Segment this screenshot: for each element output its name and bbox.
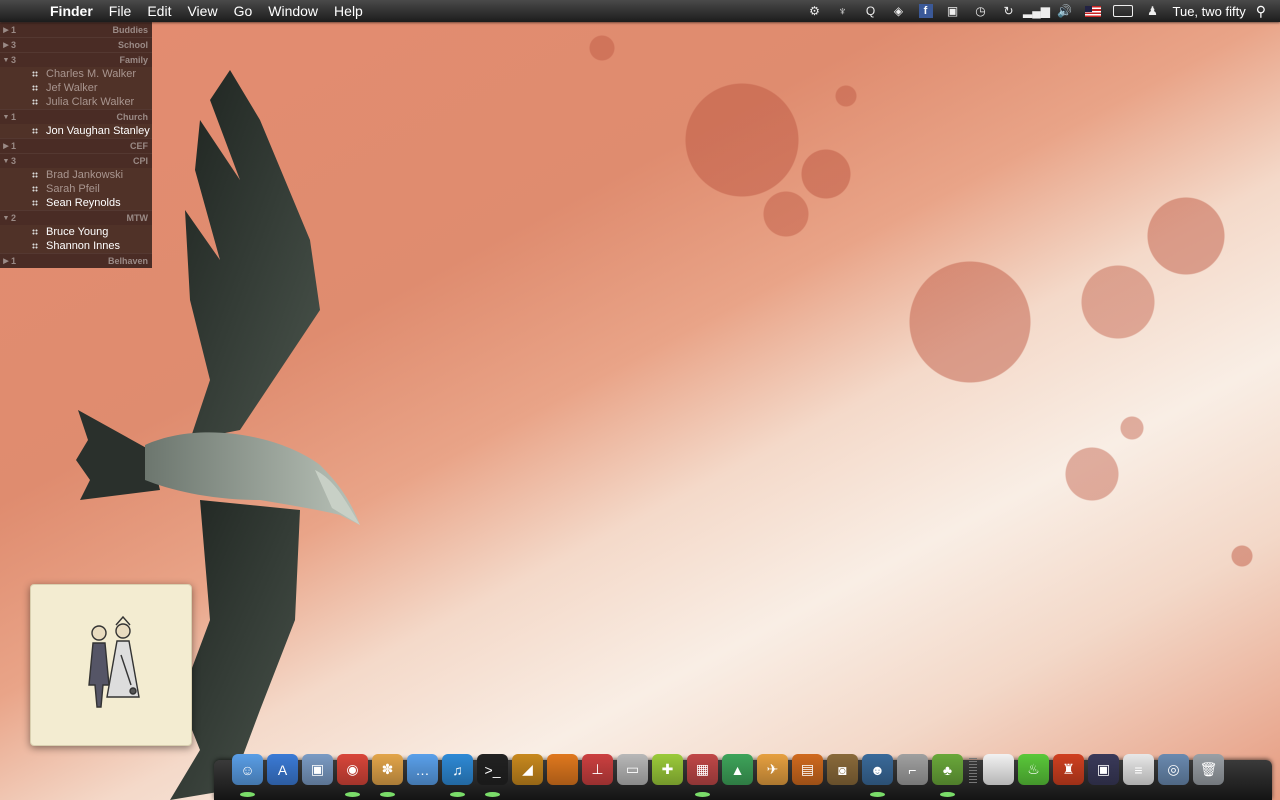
photo-stack-icon[interactable]: ▣ bbox=[1088, 754, 1119, 785]
spotlight-search-icon[interactable]: ⚲ bbox=[1256, 3, 1266, 20]
running-indicator bbox=[240, 792, 255, 797]
buddy-group-buddies[interactable]: ▶ 1 Buddies bbox=[0, 22, 152, 37]
running-indicator bbox=[345, 792, 360, 797]
app-menu[interactable]: Finder bbox=[36, 3, 101, 19]
trash-icon[interactable]: 🗑 bbox=[1193, 754, 1224, 785]
disclosure-triangle-icon[interactable]: ▼ bbox=[1, 57, 11, 64]
menu-view[interactable]: View bbox=[179, 3, 225, 19]
document-icon[interactable] bbox=[983, 754, 1014, 785]
time-machine-icon[interactable]: ◷ bbox=[973, 4, 989, 18]
plant-icon[interactable]: ♣ bbox=[932, 754, 963, 797]
menu-bar: Finder File Edit View Go Window Help ⚙ ♆ Q ◈ f ▣ ◷ ↻… bbox=[0, 0, 1280, 22]
group-count: 1 bbox=[11, 112, 17, 122]
disclosure-triangle-icon[interactable]: ▶ bbox=[1, 41, 11, 49]
running-indicator bbox=[940, 792, 955, 797]
menu-help[interactable]: Help bbox=[326, 3, 371, 19]
presentation-icon[interactable] bbox=[547, 754, 578, 785]
menu-edit[interactable]: Edit bbox=[139, 3, 179, 19]
group-count: 2 bbox=[11, 213, 17, 223]
group-name: Buddies bbox=[112, 25, 148, 35]
terminal-icon[interactable]: >_ bbox=[477, 754, 508, 797]
status-area: ⚙ ♆ Q ◈ f ▣ ◷ ↻ ▂▄▆ 🔊 ♟ Tue, two fifty ⚲ bbox=[801, 0, 1280, 22]
group-count: 3 bbox=[11, 40, 17, 50]
status-dot-icon bbox=[32, 229, 38, 235]
menu-clock[interactable]: Tue, two fifty bbox=[1173, 4, 1246, 19]
text-file-icon[interactable]: ≡ bbox=[1123, 754, 1154, 785]
status-dot-icon bbox=[32, 186, 38, 192]
status-dot-icon bbox=[32, 71, 38, 77]
sync-icon[interactable]: ↻ bbox=[1001, 4, 1017, 18]
menu-list: File Edit View Go Window Help bbox=[101, 3, 371, 19]
group-count: 1 bbox=[11, 25, 17, 35]
disclosure-triangle-icon[interactable]: ▶ bbox=[1, 142, 11, 150]
coda-icon[interactable]: ◢ bbox=[512, 754, 543, 785]
group-count: 3 bbox=[11, 156, 17, 166]
status-dot-icon bbox=[32, 85, 38, 91]
group-name: School bbox=[117, 40, 148, 50]
app-store-icon[interactable]: A bbox=[267, 754, 298, 785]
status-dot-icon bbox=[32, 243, 38, 249]
mario-icon[interactable]: ♜ bbox=[1053, 754, 1084, 785]
volume-icon[interactable]: 🔊 bbox=[1057, 4, 1073, 18]
us-flag-icon[interactable] bbox=[1084, 5, 1101, 17]
disclosure-triangle-icon[interactable]: ▼ bbox=[1, 158, 11, 165]
adium-icon[interactable]: ✽ bbox=[372, 754, 403, 797]
downloads-icon[interactable]: ◎ bbox=[1158, 754, 1189, 785]
wrench-icon[interactable]: ⌐ bbox=[897, 754, 928, 785]
dock-separator[interactable] bbox=[969, 758, 977, 784]
display-icon[interactable]: ▣ bbox=[945, 4, 961, 18]
keynote-icon[interactable]: ▤ bbox=[792, 754, 823, 785]
group-count: 1 bbox=[11, 141, 17, 151]
group-count: 1 bbox=[11, 256, 17, 266]
photo-widget[interactable] bbox=[30, 584, 192, 746]
finder-icon[interactable]: ☺ bbox=[232, 754, 263, 797]
disclosure-triangle-icon[interactable]: ▶ bbox=[1, 26, 11, 34]
dropbox-icon[interactable]: ◈ bbox=[891, 4, 907, 18]
ichat-icon[interactable]: … bbox=[407, 754, 438, 785]
menu-file[interactable]: File bbox=[101, 3, 140, 19]
q-icon[interactable]: Q bbox=[863, 4, 879, 18]
couple-illustration-image bbox=[88, 615, 140, 708]
image-capture-icon[interactable]: ◙ bbox=[827, 754, 858, 785]
ninja-icon[interactable]: ☻ bbox=[862, 754, 893, 797]
user-icon[interactable]: ♟ bbox=[1145, 4, 1161, 18]
running-indicator bbox=[485, 792, 500, 797]
status-dot-icon bbox=[32, 172, 38, 178]
disclosure-triangle-icon[interactable]: ▶ bbox=[1, 257, 11, 265]
status-dot-icon bbox=[32, 200, 38, 206]
joystick-icon[interactable]: ⊥ bbox=[582, 754, 613, 785]
facebook-icon[interactable]: f bbox=[918, 4, 933, 18]
menu-window[interactable]: Window bbox=[260, 3, 326, 19]
disclosure-triangle-icon[interactable]: ▼ bbox=[1, 114, 11, 121]
transmit-icon[interactable]: ✈ bbox=[757, 754, 788, 785]
delta-icon[interactable]: ▲ bbox=[722, 754, 753, 785]
potion-icon[interactable]: ♨ bbox=[1018, 754, 1049, 785]
photo-booth-icon[interactable]: ▦ bbox=[687, 754, 718, 797]
itunes-icon[interactable]: ♫ bbox=[442, 754, 473, 797]
dock: ☺ A ▣ ◉ ✽… ♫ >_ ◢ ⊥ ▭ ✚ ▦ ▲ ✈ ▤ ◙ ☻ ⌐ ♣ ♨ ♜ ▣ ≡ ◎ 🗑 bbox=[214, 754, 1272, 800]
status-dot-icon bbox=[32, 128, 38, 134]
wine-glass-icon[interactable]: ♆ bbox=[835, 4, 851, 18]
running-indicator bbox=[870, 792, 885, 797]
puzzle-icon[interactable]: ✚ bbox=[652, 754, 683, 785]
disclosure-triangle-icon[interactable]: ▼ bbox=[1, 215, 11, 222]
battery-icon[interactable] bbox=[1112, 5, 1133, 17]
status-dot-icon bbox=[32, 99, 38, 105]
buddy-group-school[interactable]: ▶ 3 School bbox=[0, 37, 152, 52]
chrome-icon[interactable]: ◉ bbox=[337, 754, 368, 797]
running-indicator bbox=[380, 792, 395, 797]
running-indicator bbox=[450, 792, 465, 797]
menu-go[interactable]: Go bbox=[226, 3, 261, 19]
running-indicator bbox=[695, 792, 710, 797]
group-count: 3 bbox=[11, 55, 17, 65]
preview-icon[interactable]: ▣ bbox=[302, 754, 333, 785]
gear-icon[interactable]: ⚙ bbox=[807, 4, 823, 18]
printer-icon[interactable]: ▭ bbox=[617, 754, 648, 785]
signal-icon[interactable]: ▂▄▆ bbox=[1023, 4, 1050, 18]
